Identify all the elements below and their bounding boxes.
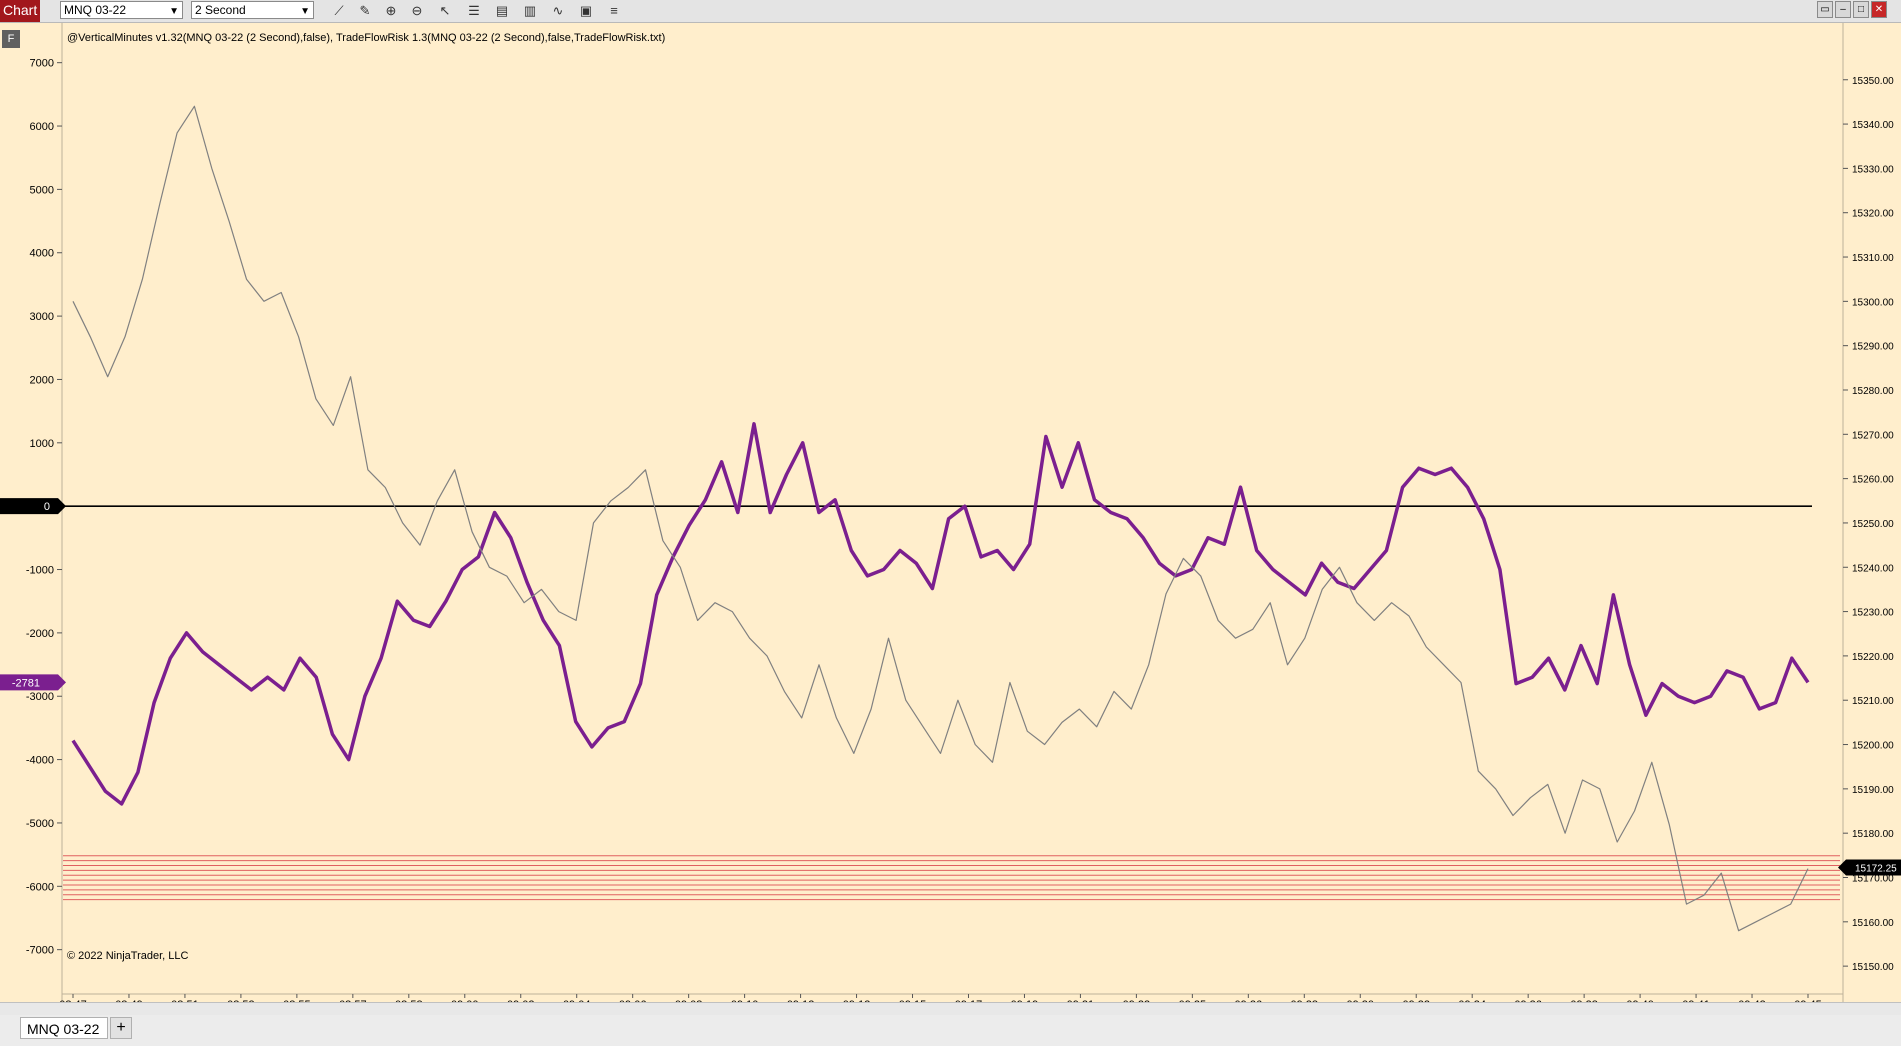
right-tick-label: 15240.00 [1852, 563, 1894, 574]
zero-marker [0, 498, 66, 515]
tab-symbol[interactable]: MNQ 03-22 [20, 1017, 108, 1039]
right-tick-label: 15300.00 [1852, 297, 1894, 308]
left-tick-label: -6000 [26, 881, 54, 893]
left-tick-label: 2000 [30, 374, 54, 386]
right-tick-label: 15290.00 [1852, 342, 1894, 353]
left-tick-label: 3000 [30, 311, 54, 323]
left-tick-label: 4000 [30, 248, 54, 260]
right-tick-label: 15180.00 [1852, 829, 1894, 840]
interval-selector[interactable]: 2 Second ▼ [191, 1, 314, 19]
tile-icon[interactable]: ▭ [1817, 1, 1833, 18]
delta-line [71, 422, 1810, 806]
right-tick-label: 15220.00 [1852, 652, 1894, 663]
copyright: © 2022 NinjaTrader, LLC [67, 950, 189, 962]
left-tick-label: 6000 [30, 121, 54, 133]
chevron-down-icon: ▼ [300, 6, 310, 17]
tab-bar: MNQ 03-22 + [0, 1015, 1901, 1046]
right-price-marker-label: 15172.25 [1855, 864, 1897, 875]
left-tick-label: 1000 [30, 438, 54, 450]
strategies-icon[interactable]: ∿ [549, 2, 567, 19]
right-tick-label: 15260.00 [1852, 475, 1894, 486]
right-tick-label: 15230.00 [1852, 608, 1894, 619]
right-tick-label: 15160.00 [1852, 918, 1894, 929]
right-tick-label: 15350.00 [1852, 76, 1894, 87]
right-tick-label: 15150.00 [1852, 962, 1894, 973]
left-tick-label: 5000 [30, 184, 54, 196]
chart-svg[interactable]: 7000 6000 5000 4000 3000 2000 1000 0 -1000 -2000 -… [0, 23, 1901, 1003]
left-tick-label: -2000 [26, 628, 54, 640]
left-tick-label: 7000 [30, 58, 54, 70]
chart-title-tab: Chart [0, 0, 40, 22]
right-tick-label: 15250.00 [1852, 519, 1894, 530]
f-button[interactable]: F [2, 30, 20, 48]
line-chart-icon[interactable]: ⟋ [330, 2, 348, 19]
right-tick-label: 15340.00 [1852, 120, 1894, 131]
left-tick-label: -1000 [26, 565, 54, 577]
toolbar: Chart MNQ 03-22 ▼ 2 Second ▼ ⟋ ✎ ⊕ ⊖ ↖ ☰… [0, 0, 1901, 23]
price-line [72, 105, 1809, 932]
left-tick-label: -5000 [26, 818, 54, 830]
properties-icon[interactable]: ☰ [465, 2, 483, 19]
left-tick-label: -3000 [26, 691, 54, 703]
minimize-icon[interactable]: – [1835, 1, 1851, 18]
pointer-icon[interactable]: ↖ [436, 2, 454, 19]
add-tab-button[interactable]: + [110, 1017, 132, 1039]
interval-value: 2 Second [195, 3, 246, 17]
right-tick-label: 15200.00 [1852, 741, 1894, 752]
layout-icon[interactable]: ▤ [493, 2, 511, 19]
right-tick-label: 15330.00 [1852, 164, 1894, 175]
right-tick-label: 15270.00 [1852, 430, 1894, 441]
right-tick-label: 15320.00 [1852, 209, 1894, 220]
horizontal-scrollbar[interactable] [0, 1002, 1901, 1016]
bar-chart-icon[interactable]: ▥ [521, 2, 539, 19]
pencil-icon[interactable]: ✎ [356, 2, 374, 19]
right-tick-label: 15210.00 [1852, 696, 1894, 707]
right-tick-label: 15190.00 [1852, 785, 1894, 796]
zero-marker-label: 0 [44, 501, 50, 513]
chart-area[interactable]: 7000 6000 5000 4000 3000 2000 1000 0 -1000 -2000 -… [0, 23, 1901, 1003]
chevron-down-icon: ▼ [169, 6, 179, 17]
zoom-in-icon[interactable]: ⊕ [382, 2, 400, 19]
right-tick-label: 15310.00 [1852, 253, 1894, 264]
list-icon[interactable]: ≡ [605, 2, 623, 19]
right-tick-label: 15280.00 [1852, 386, 1894, 397]
maximize-icon[interactable]: □ [1853, 1, 1869, 18]
left-tick-label: -7000 [26, 945, 54, 957]
left-tick-label: -4000 [26, 755, 54, 767]
symbol-selector[interactable]: MNQ 03-22 ▼ [60, 1, 183, 19]
left-value-marker-label: -2781 [12, 677, 40, 689]
zoom-out-icon[interactable]: ⊖ [408, 2, 426, 19]
data-box-icon[interactable]: ▣ [577, 2, 595, 19]
close-icon[interactable]: ✕ [1871, 1, 1887, 18]
symbol-value: MNQ 03-22 [64, 3, 127, 17]
indicator-label: @VerticalMinutes v1.32(MNQ 03-22 (2 Seco… [67, 32, 666, 44]
